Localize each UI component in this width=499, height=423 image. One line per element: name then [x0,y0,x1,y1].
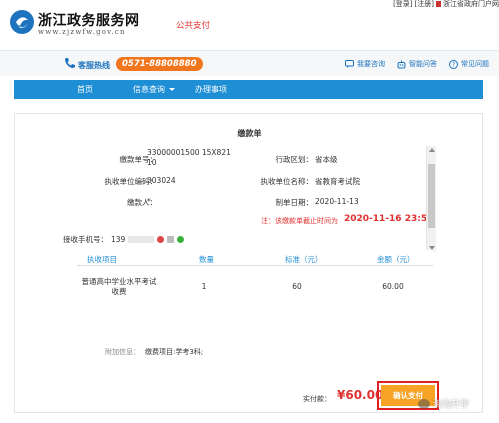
extra-info-value: 缴费项目:学考3科; [145,348,204,356]
add-phone-icon[interactable] [177,236,185,243]
payment-card: 缴款单 缴款单号： 33000001500 15X821 10 行政区划： 省本… [14,113,483,413]
form-scrollbar[interactable] [426,146,436,252]
payment-no-value: 33000001500 15X821 [147,148,231,157]
site-url: www.zjzwfw.gov.cn [38,28,126,36]
cell-amount: 60.00 [382,282,404,291]
nav-info-query-label: 信息查询 [133,85,165,94]
items-table-body: 普通高中学业水平考试 收费 1 60 60.00 [77,266,433,342]
collector-name-label: 执收单位名称： [260,177,314,186]
collector-code-value: 303024 [147,176,176,185]
items-table-header: 执收项目 数量 标准（元） 金额（元） [77,250,433,266]
region-value: 省本级 [315,155,338,164]
remove-phone-icon[interactable] [157,236,165,243]
page: [登录] [注册] 浙江省政府门户网 浙江政务服务网 www.zjzwfw.go… [0,0,499,423]
consult-label: 我要咨询 [357,60,385,68]
help-links: 我要咨询 智能问答 ? 常见问题 [345,59,489,69]
th-amount: 金额（元） [377,255,415,264]
faq-label: 常见问题 [461,60,489,68]
nav-home[interactable]: 首页 [14,84,93,95]
section-label: 公共支付 [176,21,211,31]
smart-qa-label: 智能问答 [409,60,437,68]
scroll-thumb[interactable] [428,164,435,228]
edit-phone-icon[interactable] [167,236,175,243]
cell-std: 60 [292,282,302,291]
collector-code-label: 执收单位编码： [104,177,158,186]
scroll-up-icon[interactable] [429,148,435,152]
th-qty: 数量 [199,255,214,264]
th-item: 执收项目 [87,255,117,264]
deadline-value: 2020-11-16 23:59 [344,214,434,224]
hotline-label: 客服热线 [78,61,110,70]
phone-value: 139 [111,235,126,244]
site-title[interactable]: 浙江政务服务网 [38,10,140,30]
nav-info-query[interactable]: 信息查询 [93,84,175,95]
svg-text:?: ? [452,61,455,68]
total-label: 实付款： [303,395,331,403]
cell-qty: 1 [201,282,207,291]
wechat-icon [418,398,430,409]
consult-link[interactable]: 我要咨询 [345,59,385,69]
made-date-value: 2020-11-13 [315,197,359,206]
nav-services[interactable]: 办理事项 [175,84,227,95]
hotline-bar: 客服热线 0571-88808880 我要咨询 智能问答 ? 常见问题 [0,50,499,76]
question-icon: ? [449,59,458,69]
payer-value: * [147,197,151,206]
hotline-number: 0571-88808880 [116,57,203,71]
th-std: 标准（元） [285,255,323,264]
payer-label: 缴款人： [127,198,157,207]
chat-icon [345,60,354,68]
card-title: 缴款单 [237,129,262,138]
faq-link[interactable]: ? 常见问题 [449,59,489,69]
header: 浙江政务服务网 www.zjzwfw.gov.cn 公共支付 [0,4,499,48]
region-label: 行政区划： [275,155,314,164]
phone-masked [128,236,155,243]
deadline-notice: 注：该缴款单截止时间为 [261,217,338,225]
watermark-text: 淘淘升学 [433,400,470,410]
extra-info-label: 附加信息： [105,348,140,356]
phone-row: 接收手机号： 139 [63,234,185,245]
site-logo-icon[interactable] [10,10,34,34]
phone-icon [64,57,76,71]
collector-name-value: 省教育考试院 [315,177,360,186]
phone-label: 接收手机号： [63,235,108,244]
robot-icon [397,60,406,68]
made-date-label: 制单日期： [275,198,314,207]
main-nav: 首页 信息查询 办理事项 [14,80,483,99]
payment-no-value-line2: 10 [147,158,157,167]
smart-qa-link[interactable]: 智能问答 [397,59,437,69]
payment-no-label: 缴款单号： [119,155,158,164]
watermark: 淘淘升学 [418,397,469,410]
cell-item-line2: 收费 [111,287,127,296]
